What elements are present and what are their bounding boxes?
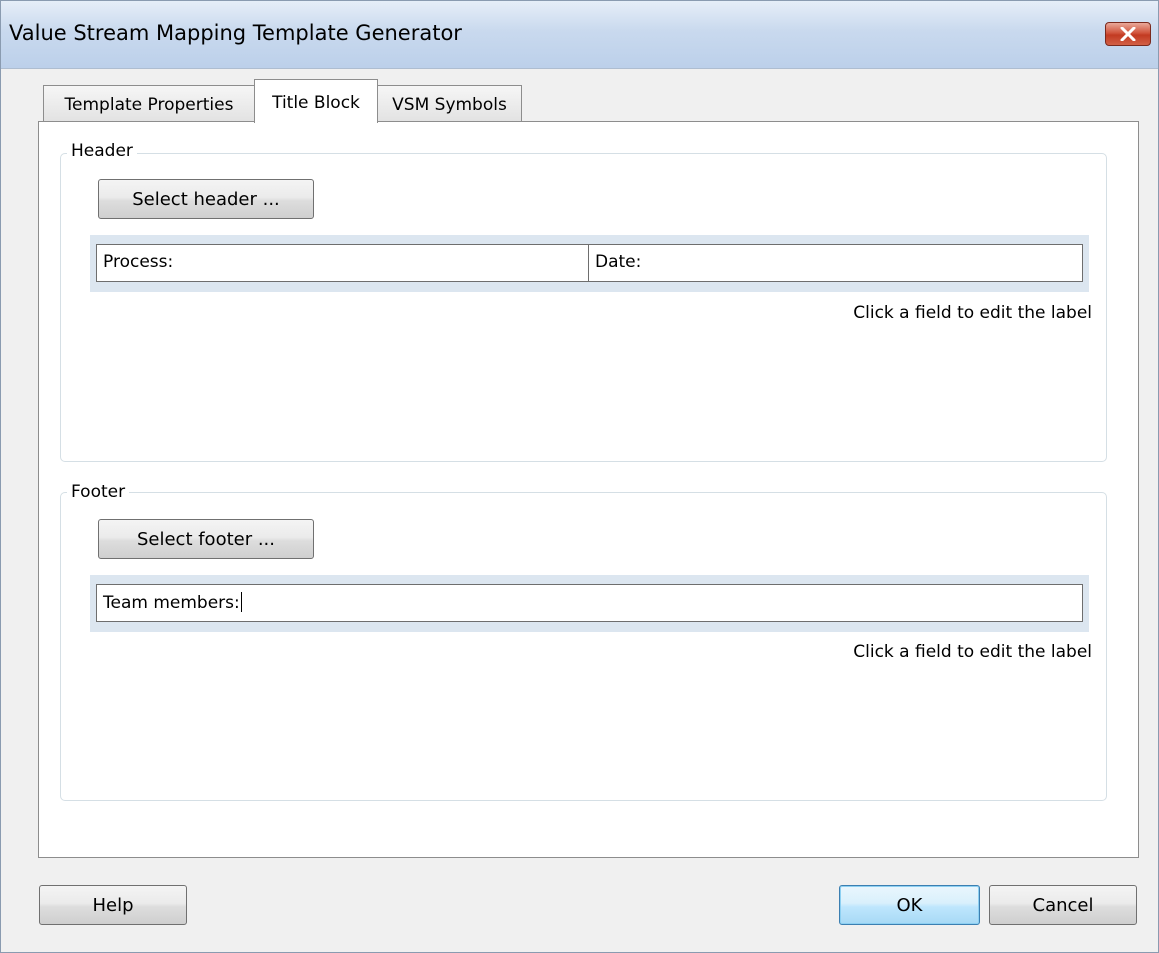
header-field-date-label: Date:: [595, 252, 642, 272]
tab-vsm-symbols[interactable]: VSM Symbols: [377, 85, 522, 122]
text-caret: [240, 592, 242, 612]
window-title: Value Stream Mapping Template Generator: [9, 21, 462, 45]
title-bar[interactable]: Value Stream Mapping Template Generator: [1, 1, 1158, 69]
header-legend: Header: [67, 141, 137, 161]
footer-field-team-members-label: Team members:: [103, 593, 240, 613]
close-button[interactable]: [1105, 22, 1151, 46]
select-footer-label: Select footer ...: [136, 528, 276, 550]
footer-field-team-members[interactable]: Team members:: [97, 585, 1082, 621]
header-field-process[interactable]: Process:: [97, 245, 588, 281]
help-label: Help: [92, 894, 134, 916]
header-hint: Click a field to edit the label: [853, 303, 1092, 323]
tab-label: Template Properties: [64, 95, 234, 115]
select-header-label: Select header ...: [132, 188, 280, 210]
tab-title-block[interactable]: Title Block: [254, 79, 378, 123]
select-header-button[interactable]: Select header ...: [98, 179, 314, 219]
cancel-label: Cancel: [1032, 894, 1094, 916]
cancel-button[interactable]: Cancel: [989, 885, 1137, 925]
footer-field-row: Team members:: [96, 584, 1083, 622]
ok-button[interactable]: OK: [839, 885, 980, 925]
ok-label: OK: [896, 894, 923, 916]
header-field-process-label: Process:: [103, 252, 174, 272]
help-button[interactable]: Help: [39, 885, 187, 925]
footer-hint: Click a field to edit the label: [853, 642, 1092, 662]
select-footer-button[interactable]: Select footer ...: [98, 519, 314, 559]
tab-template-properties[interactable]: Template Properties: [43, 85, 255, 122]
header-field-row: Process: Date:: [96, 244, 1083, 282]
header-field-date[interactable]: Date:: [588, 245, 1082, 281]
footer-legend: Footer: [67, 482, 130, 502]
tab-label: VSM Symbols: [392, 95, 507, 115]
close-x-icon: [1120, 27, 1136, 41]
title-block-panel: Header Select header ... Process: Date: …: [38, 121, 1139, 858]
dialog-window: Value Stream Mapping Template Generator …: [0, 0, 1159, 953]
tab-label: Title Block: [272, 93, 360, 113]
